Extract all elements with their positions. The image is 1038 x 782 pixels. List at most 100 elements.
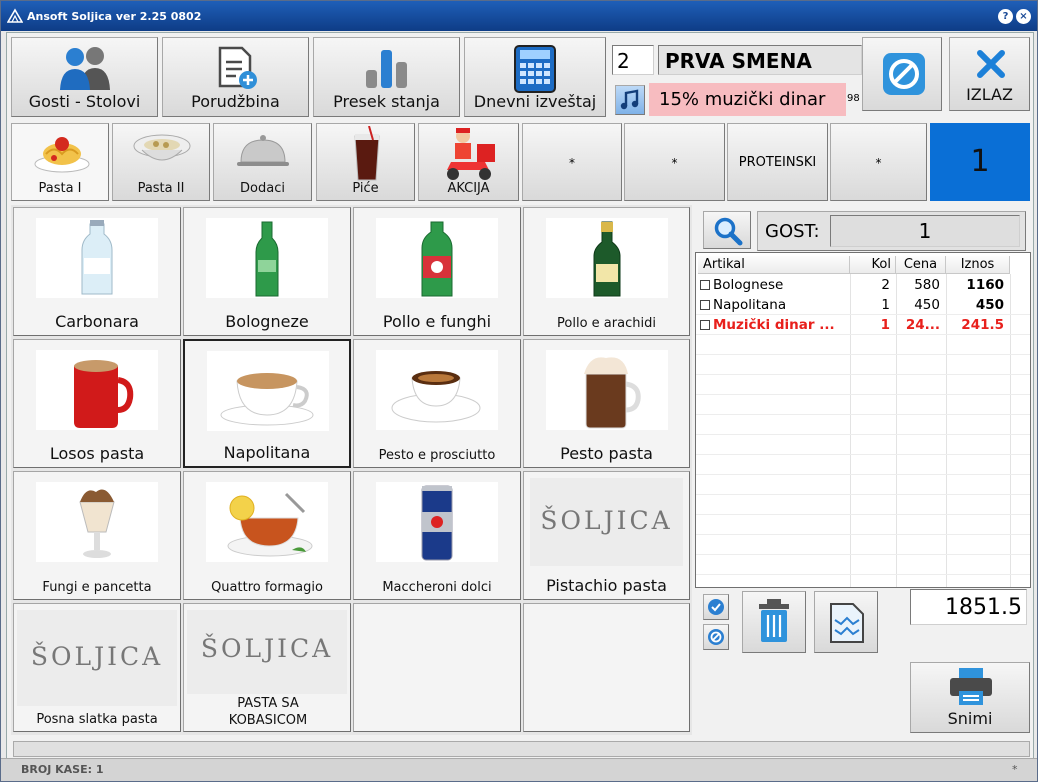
exit-button[interactable]: IZLAZ — [949, 37, 1030, 111]
product-pesto-prosciutto[interactable]: Pesto e prosciutto — [353, 339, 521, 468]
product-pollo-arachidi[interactable]: Pollo e arachidi — [523, 207, 690, 336]
help-button[interactable]: ? — [998, 9, 1013, 24]
cappuccino-cup-icon — [220, 373, 314, 426]
logo-text: ŠOLJICA — [30, 642, 164, 671]
delete-button[interactable] — [742, 591, 806, 653]
category-label: Piće — [352, 181, 379, 196]
stock-summary-button[interactable]: Presek stanja — [313, 37, 460, 117]
bar-chart-icon — [365, 50, 407, 88]
toolbar-label: Presek stanja — [333, 92, 440, 111]
row-checkbox[interactable] — [700, 280, 710, 290]
app-window: Ansoft Soljica ver 2.25 0802 ? × Gosti -… — [0, 0, 1038, 782]
guest-panel: GOST: 1 — [757, 211, 1026, 251]
mineral-water-icon — [421, 221, 453, 297]
cancel-button[interactable] — [862, 37, 942, 111]
item-qty: 1 — [881, 297, 890, 313]
order-table: Artikal Kol Cena Iznos Bolognese 2 580 1… — [695, 252, 1031, 588]
status-indicator: * — [1012, 763, 1018, 776]
category-label: Pasta I — [38, 181, 82, 196]
status-bar: BROJ KASE: 1 * — [1, 758, 1037, 781]
search-icon — [714, 217, 743, 246]
users-icon — [59, 47, 110, 90]
category-dodaci[interactable]: Dodaci — [213, 123, 312, 201]
product-image — [376, 482, 498, 562]
product-label: Quattro formagio — [211, 580, 323, 595]
order-row[interactable]: Muzički dinar ... 1 24... 241.5 — [696, 315, 1030, 335]
category-proteinski[interactable]: PROTEINSKI — [727, 123, 828, 201]
calculator-icon — [514, 45, 556, 93]
row-checkbox[interactable] — [700, 320, 710, 330]
product-losos-pasta[interactable]: Losos pasta — [13, 339, 181, 468]
col-header-artikal[interactable]: Artikal — [698, 256, 850, 274]
table-number-display[interactable]: 1 — [930, 123, 1030, 201]
product-bologneze[interactable]: Bologneze — [183, 207, 351, 336]
print-receipt-button[interactable] — [814, 591, 878, 653]
product-maccheroni-dolci[interactable]: Maccheroni dolci — [353, 471, 521, 600]
logo-text: ŠOLJICA — [540, 506, 673, 535]
col-header-cena[interactable]: Cena — [896, 256, 946, 274]
check-circle-icon — [708, 599, 724, 615]
guest-number[interactable]: 1 — [830, 215, 1020, 247]
tea-cup-icon — [227, 492, 313, 557]
category-pasta-2[interactable]: Pasta II — [112, 123, 210, 201]
category-akcija[interactable]: AKCIJA — [418, 123, 519, 201]
energy-can-icon — [421, 485, 453, 561]
product-pollo-funghi[interactable]: Pollo e funghi — [353, 207, 521, 336]
register-number: BROJ KASE: 1 — [21, 763, 104, 776]
guests-tables-button[interactable]: Gosti - Stolovi — [11, 37, 158, 117]
category-empty-1[interactable]: * — [522, 123, 622, 201]
product-label: Pollo e funghi — [382, 312, 492, 331]
category-label: * — [671, 156, 678, 170]
product-label: Fungi e pancetta — [42, 580, 152, 595]
printer-icon — [950, 668, 992, 705]
order-row[interactable]: Napolitana 1 450 450 — [696, 295, 1030, 315]
category-label: PROTEINSKI — [738, 155, 817, 170]
total-amount: 1851.5 — [910, 589, 1027, 625]
daily-report-button[interactable]: Dnevni izveštaj — [464, 37, 606, 117]
product-label: Pesto pasta — [560, 444, 653, 463]
ice-cream-cup-icon — [79, 489, 115, 558]
category-pice[interactable]: Piće — [316, 123, 415, 201]
search-button[interactable] — [703, 211, 751, 249]
category-empty-2[interactable]: * — [624, 123, 725, 201]
ban-icon — [883, 53, 925, 95]
product-pasta-sa-kobasicom[interactable]: ŠOLJICA PASTA SA KOBASICOM — [183, 603, 351, 732]
product-carbonara[interactable]: Carbonara — [13, 207, 181, 336]
category-pasta-1[interactable]: Pasta I — [11, 123, 109, 201]
col-header-kol[interactable]: Kol — [850, 256, 896, 274]
horizontal-scrollbar[interactable] — [13, 741, 1030, 757]
product-quattro-formagio[interactable]: Quattro formagio — [183, 471, 351, 600]
col-header-iznos[interactable]: Iznos — [946, 256, 1010, 274]
product-fungi-pancetta[interactable]: Fungi e pancetta — [13, 471, 181, 600]
item-price: 450 — [914, 297, 940, 313]
music-button[interactable] — [615, 85, 645, 115]
close-icon — [977, 50, 1005, 78]
product-image — [206, 218, 328, 298]
save-button[interactable]: Snimi — [910, 662, 1030, 733]
product-pesto-pasta[interactable]: Pesto pasta — [523, 339, 690, 468]
row-checkbox[interactable] — [700, 300, 710, 310]
new-order-button[interactable]: Porudžbina — [162, 37, 309, 117]
product-posna-slatka-pasta[interactable]: ŠOLJICA Posna slatka pasta — [13, 603, 181, 732]
deselect-all-button[interactable] — [703, 624, 729, 650]
close-window-button[interactable]: × — [1016, 9, 1031, 24]
order-row[interactable]: Bolognese 2 580 1160 — [696, 275, 1030, 295]
select-all-button[interactable] — [703, 594, 729, 620]
product-label: Pollo e arachidi — [557, 316, 656, 331]
category-empty-3[interactable]: * — [830, 123, 927, 201]
nescafe-mug-icon — [74, 360, 134, 428]
product-label: PASTA SA KOBASICOM — [228, 696, 308, 728]
green-bottle-icon — [255, 221, 279, 297]
product-label: Bologneze — [225, 312, 309, 331]
spaghetti-icon — [34, 137, 90, 173]
product-empty-slot[interactable] — [353, 603, 521, 732]
cloche-icon — [237, 135, 289, 166]
product-empty-slot[interactable] — [523, 603, 690, 732]
product-pistachio-pasta[interactable]: ŠOLJICA Pistachio pasta — [523, 471, 690, 600]
logo-text: ŠOLJICA — [200, 634, 334, 663]
guest-label: GOST: — [765, 221, 820, 242]
product-napolitana[interactable]: Napolitana — [183, 339, 351, 468]
category-label: Dodaci — [240, 181, 285, 196]
title-bar: Ansoft Soljica ver 2.25 0802 ? × — [1, 1, 1037, 31]
espresso-cup-icon — [391, 371, 481, 423]
